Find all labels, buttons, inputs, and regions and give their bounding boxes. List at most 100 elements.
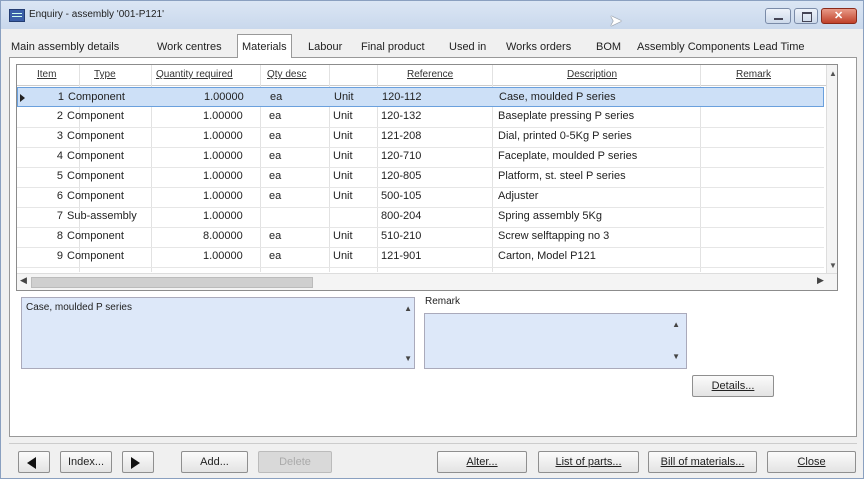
cell-quantity-required: 1.00000 — [203, 170, 243, 182]
cell-item: 7 — [56, 210, 63, 222]
column-header-description[interactable]: Description — [567, 69, 617, 80]
cell-description: Baseplate pressing P series — [498, 110, 635, 122]
remark-label: Remark — [425, 296, 461, 307]
index-button-label: Index... — [67, 456, 105, 468]
tab-final-product[interactable]: Final product — [361, 38, 425, 58]
column-header-qty-desc[interactable]: Qty desc — [267, 69, 306, 80]
cell-quantity-required: 1.00000 — [203, 150, 243, 162]
tab-works-orders[interactable]: Works orders — [506, 38, 571, 58]
alter-button-label: Alter... — [466, 456, 498, 468]
close-window-button[interactable] — [821, 8, 857, 24]
cell-qty-desc: ea — [269, 130, 282, 142]
cell-type: Component — [67, 250, 124, 262]
column-header-quantity-required[interactable]: Quantity required — [156, 69, 233, 80]
next-button[interactable] — [122, 451, 154, 473]
tab-materials[interactable]: Materials — [237, 34, 292, 58]
add-button[interactable]: Add... — [181, 451, 248, 473]
delete-button-label: Delete — [279, 456, 311, 468]
materials-grid[interactable]: Item Type Quantity required Qty desc Ref… — [16, 64, 838, 291]
cell-type: Component — [67, 150, 124, 162]
cell-item: 6 — [56, 190, 63, 202]
table-row[interactable]: 7 Sub-assembly 1.00000 800-204 Spring assemb… — [17, 207, 824, 228]
minimize-button[interactable] — [765, 8, 791, 24]
cell-description: Dial, printed 0-5Kg P series — [498, 130, 632, 142]
remark-box[interactable]: ▲ ▼ — [424, 313, 687, 369]
scroll-down-arrow-icon[interactable]: ▼ — [672, 352, 680, 361]
title-bar[interactable]: Enquiry - assembly '001-P121' ➤ — [1, 1, 863, 30]
scroll-right-arrow-icon[interactable]: ▶ — [817, 275, 824, 286]
cell-unit: Unit — [333, 250, 353, 262]
cell-item: 5 — [56, 170, 63, 182]
cell-quantity-required: 1.00000 — [203, 210, 243, 222]
tab-work-centres[interactable]: Work centres — [157, 38, 222, 58]
column-header-reference[interactable]: Reference — [407, 69, 453, 80]
scroll-down-arrow-icon[interactable]: ▼ — [829, 261, 837, 270]
scroll-up-arrow-icon[interactable]: ▲ — [404, 304, 412, 313]
cell-item: 2 — [56, 110, 63, 122]
tab-bom[interactable]: BOM — [596, 38, 621, 58]
alter-button[interactable]: Alter... — [437, 451, 527, 473]
cell-description: Spring assembly 5Kg — [498, 210, 602, 222]
cell-type: Component — [67, 230, 124, 242]
bill-of-materials-button-label: Bill of materials... — [660, 456, 745, 468]
cell-quantity-required: 1.00000 — [203, 250, 243, 262]
bill-of-materials-button[interactable]: Bill of materials... — [648, 451, 757, 473]
grid-horizontal-scrollbar[interactable]: ◀ ▶ — [17, 273, 837, 290]
cell-description: Case, moulded P series — [499, 91, 616, 103]
tab-assembly-components-lead-time[interactable]: Assembly Components Lead Time — [637, 38, 805, 58]
cell-unit: Unit — [333, 190, 353, 202]
add-button-label: Add... — [200, 456, 229, 468]
table-row[interactable]: 6 Component 1.00000 ea Unit 500-105 Adjuster — [17, 187, 824, 208]
previous-button[interactable] — [18, 451, 50, 473]
index-button[interactable]: Index... — [60, 451, 112, 473]
scroll-up-arrow-icon[interactable]: ▲ — [829, 69, 837, 78]
details-button[interactable]: Details... — [692, 375, 774, 397]
list-of-parts-button[interactable]: List of parts... — [538, 451, 639, 473]
cell-qty-desc: ea — [269, 110, 282, 122]
list-of-parts-button-label: List of parts... — [555, 456, 622, 468]
table-row[interactable]: 1 Component 1.00000 ea Unit 120-112 Case, moul… — [17, 87, 824, 107]
cell-item: 8 — [56, 230, 63, 242]
tab-labour[interactable]: Labour — [308, 38, 342, 58]
cell-type: Component — [67, 190, 124, 202]
window-title: Enquiry - assembly '001-P121' — [29, 9, 164, 20]
column-header-item[interactable]: Item — [37, 69, 56, 80]
description-box[interactable]: Case, moulded P series ▲ ▼ — [21, 297, 415, 369]
scroll-left-arrow-icon[interactable]: ◀ — [20, 275, 27, 286]
table-row[interactable]: 3 Component 1.00000 ea Unit 121-208 Dial, prin… — [17, 127, 824, 148]
delete-button[interactable]: Delete — [258, 451, 332, 473]
cell-description: Faceplate, moulded P series — [498, 150, 638, 162]
cell-reference: 120-805 — [381, 170, 422, 182]
cell-description: Adjuster — [498, 190, 539, 202]
scroll-down-arrow-icon[interactable]: ▼ — [404, 354, 412, 363]
column-header-type[interactable]: Type — [94, 69, 116, 80]
cell-item: 1 — [57, 91, 64, 103]
cell-qty-desc: ea — [269, 250, 282, 262]
table-row[interactable]: 4 Component 1.00000 ea Unit 120-710 Faceplate,… — [17, 147, 824, 168]
cell-unit: Unit — [333, 110, 353, 122]
grid-vertical-scrollbar[interactable]: ▲ ▼ — [826, 65, 837, 275]
cell-quantity-required: 1.00000 — [203, 190, 243, 202]
table-row[interactable]: 2 Component 1.00000 ea Unit 120-132 Baseplate … — [17, 107, 824, 128]
tab-main-assembly-details[interactable]: Main assembly details — [11, 38, 119, 58]
cell-quantity-required: 1.00000 — [203, 130, 243, 142]
app-icon — [9, 9, 25, 22]
cell-unit: Unit — [333, 150, 353, 162]
description-text: Case, moulded P series — [26, 302, 132, 313]
cell-reference: 120-112 — [382, 91, 422, 103]
column-header-remark[interactable]: Remark — [736, 69, 771, 80]
cell-reference: 121-901 — [381, 250, 422, 262]
tab-used-in[interactable]: Used in — [449, 38, 486, 58]
mouse-cursor-icon: ➤ — [609, 13, 623, 30]
table-row[interactable]: 8 Component 8.00000 ea Unit 510-210 Screw self… — [17, 227, 824, 248]
cell-unit: Unit — [333, 230, 353, 242]
cell-quantity-required: 1.00000 — [203, 110, 243, 122]
cell-quantity-required: 8.00000 — [203, 230, 243, 242]
cell-qty-desc: ea — [269, 230, 282, 242]
horizontal-scroll-thumb[interactable] — [31, 277, 313, 288]
scroll-up-arrow-icon[interactable]: ▲ — [672, 320, 680, 329]
table-row[interactable]: 5 Component 1.00000 ea Unit 120-805 Platform, … — [17, 167, 824, 188]
close-button[interactable]: Close — [767, 451, 856, 473]
maximize-button[interactable] — [794, 8, 818, 24]
table-row[interactable]: 9 Component 1.00000 ea Unit 121-901 Carton, Mo… — [17, 247, 824, 268]
